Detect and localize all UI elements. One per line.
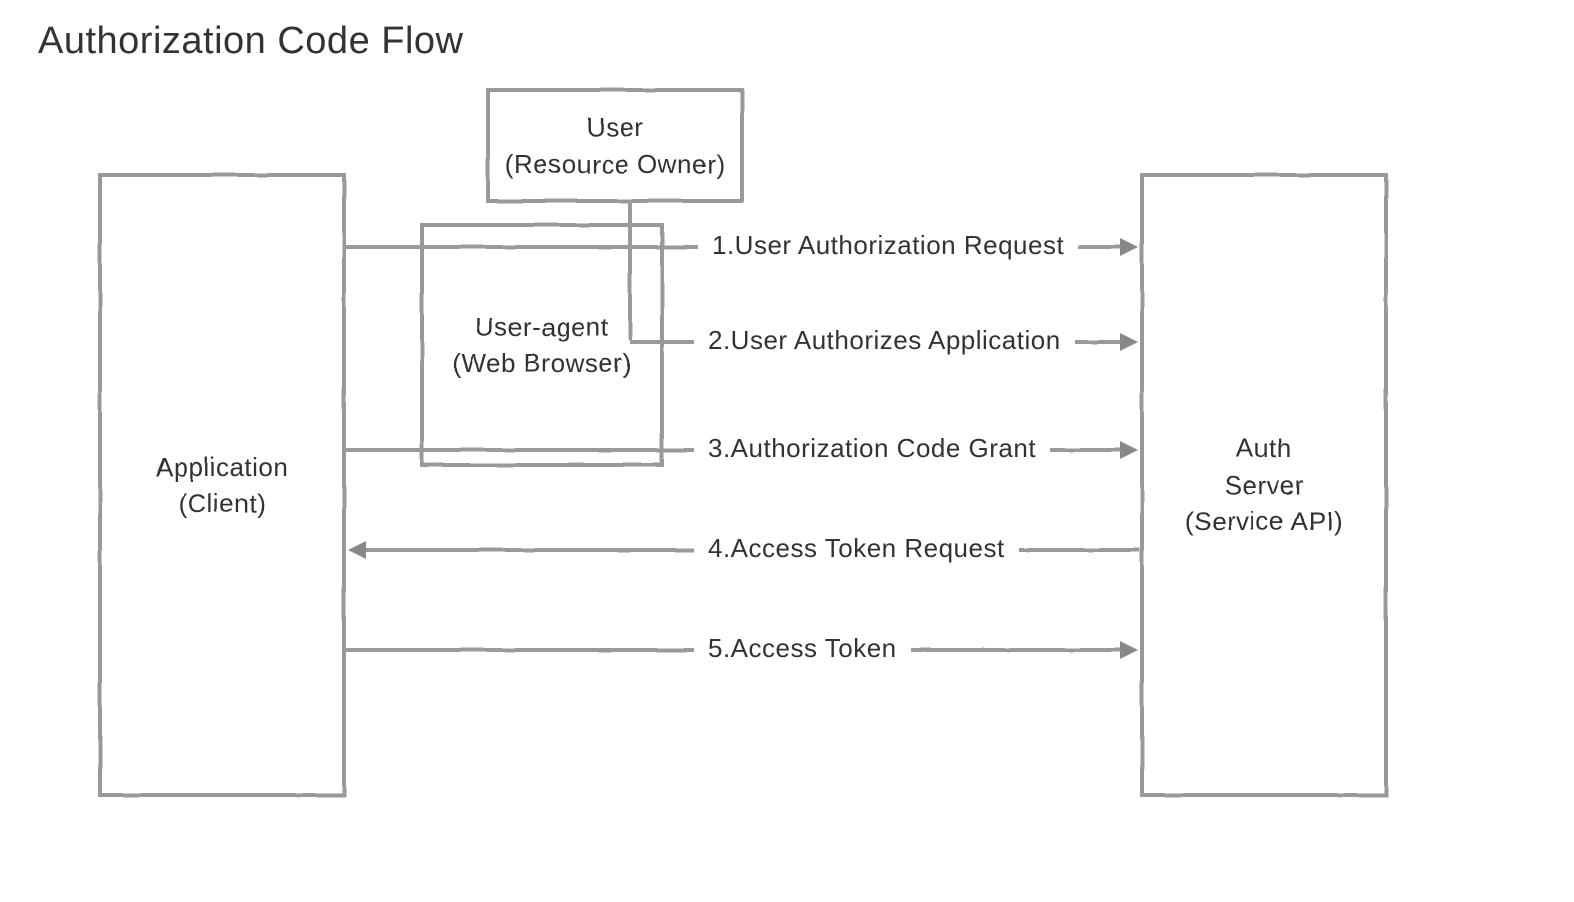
arrow-step2-head [1120,333,1138,351]
arrow-step3-head [1120,441,1138,459]
box-application-line2: (Client) [178,485,266,521]
box-user-line1: User [587,109,644,145]
connector-user-to-agent [628,203,632,340]
box-user: User (Resource Owner) [486,88,744,203]
box-auth-server-line2: Server [1224,467,1304,503]
label-step2: 2.User Authorizes Application [694,325,1075,356]
arrow-step1-head [1120,238,1138,256]
box-auth-server-line3: (Service API) [1185,503,1343,539]
box-auth-server-line1: Auth [1236,430,1292,466]
arrow-step5-head [1120,641,1138,659]
label-step1: 1.User Authorization Request [698,230,1078,261]
label-step5: 5.Access Token [694,633,911,664]
box-application: Application (Client) [98,173,346,797]
diagram-canvas: Application (Client) User (Resource Owne… [0,0,1574,902]
box-user-line2: (Resource Owner) [505,146,725,182]
box-application-line1: Application [156,449,289,485]
label-step4: 4.Access Token Request [694,533,1019,564]
arrow-step4-head [348,541,366,559]
box-user-agent-line2: (Web Browser) [452,345,631,381]
box-auth-server: Auth Server (Service API) [1140,173,1388,797]
box-user-agent-line1: User-agent [475,309,609,345]
label-step3: 3.Authorization Code Grant [694,433,1050,464]
